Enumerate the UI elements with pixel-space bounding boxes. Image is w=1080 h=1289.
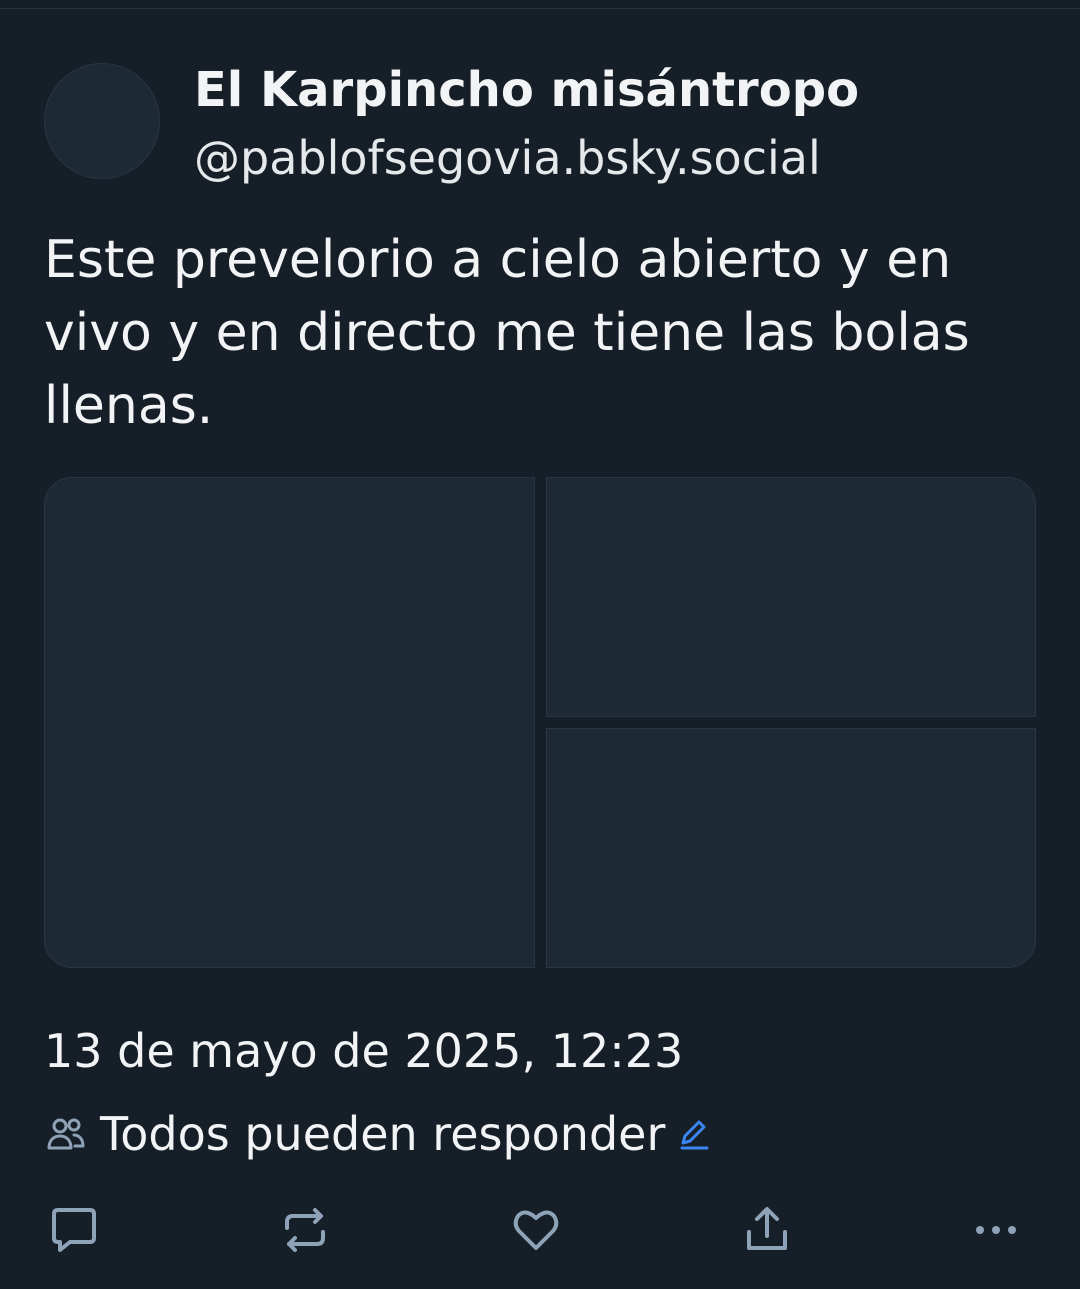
top-divider bbox=[0, 0, 1080, 9]
post-text: Este prevelorio a cielo abierto y en viv… bbox=[44, 230, 970, 436]
ellipsis-icon bbox=[976, 1226, 1016, 1234]
reply-setting[interactable]: Todos pueden responder bbox=[44, 1104, 711, 1164]
reply-button[interactable] bbox=[42, 1198, 106, 1262]
like-button[interactable] bbox=[504, 1198, 568, 1262]
author-handle[interactable]: @pablofsegovia.bsky.social bbox=[194, 128, 821, 188]
media-grid bbox=[44, 477, 1036, 968]
reply-setting-label: Todos pueden responder bbox=[100, 1107, 666, 1161]
more-options-button[interactable] bbox=[964, 1198, 1028, 1262]
author-display-name[interactable]: El Karpincho misántropo bbox=[194, 60, 859, 120]
avatar[interactable] bbox=[44, 63, 160, 179]
media-image-3[interactable] bbox=[546, 728, 1036, 968]
comment-icon bbox=[52, 1208, 96, 1252]
media-image-2[interactable] bbox=[546, 477, 1036, 717]
pencil-icon[interactable] bbox=[677, 1117, 711, 1151]
repost-icon bbox=[285, 1208, 325, 1252]
repost-button[interactable] bbox=[273, 1198, 337, 1262]
heart-icon bbox=[513, 1210, 559, 1250]
media-image-1[interactable] bbox=[44, 477, 535, 968]
action-bar bbox=[0, 1198, 1080, 1262]
people-icon bbox=[44, 1112, 88, 1156]
post-timestamp: 13 de mayo de 2025, 12:23 bbox=[44, 1024, 684, 1078]
share-icon bbox=[747, 1207, 787, 1250]
share-button[interactable] bbox=[735, 1198, 799, 1262]
